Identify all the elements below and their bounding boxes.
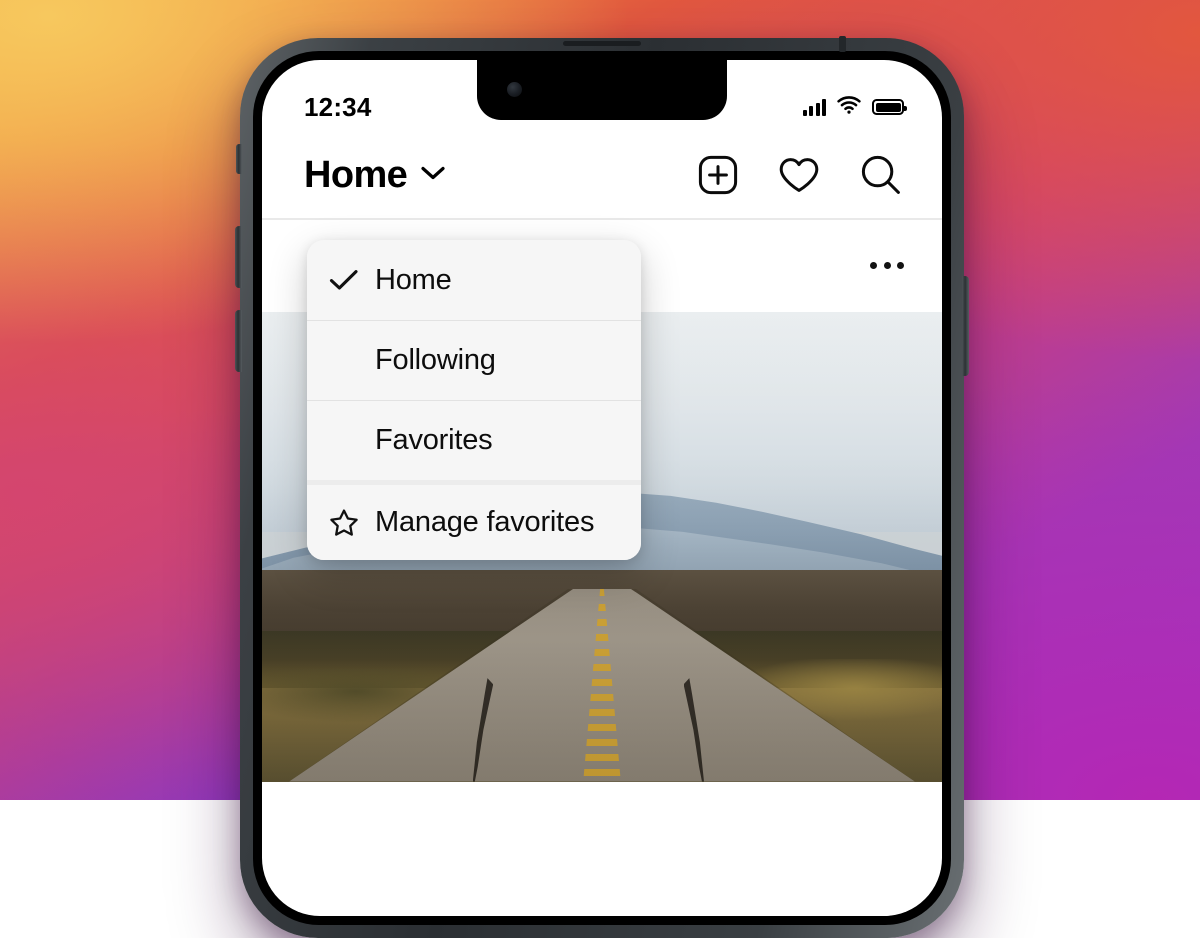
home-feed-selector[interactable]: Home: [304, 154, 446, 197]
dropdown-item-favorites[interactable]: Favorites: [307, 400, 641, 480]
dropdown-item-manage-favorites[interactable]: Manage favorites: [307, 480, 641, 560]
cellular-signal-icon: [803, 99, 827, 116]
activity-button[interactable]: [778, 156, 820, 194]
app-top-bar: Home: [262, 132, 942, 218]
volume-up-button[interactable]: [235, 226, 242, 288]
phone-bezel: 12:34: [253, 51, 951, 925]
dropdown-item-label: Home: [375, 264, 452, 297]
silent-switch-button[interactable]: [236, 144, 242, 174]
phone-device-frame: 12:34: [240, 38, 964, 938]
search-button[interactable]: [860, 154, 902, 196]
app-screen-content: 12:34: [262, 60, 942, 916]
dropdown-item-following[interactable]: Following: [307, 320, 641, 400]
dropdown-item-label: Following: [375, 344, 496, 377]
volume-down-button[interactable]: [235, 310, 242, 372]
wifi-icon: [837, 96, 861, 119]
chevron-down-icon: [420, 165, 446, 186]
battery-full-icon: [872, 99, 904, 115]
power-button[interactable]: [962, 276, 969, 376]
dropdown-item-label: Manage favorites: [375, 506, 594, 539]
status-bar-clock: 12:34: [304, 92, 372, 123]
more-horizontal-icon[interactable]: [870, 262, 904, 269]
dropdown-item-label: Favorites: [375, 424, 492, 457]
phone-screen: 12:34: [262, 60, 942, 916]
status-bar-icons: [803, 96, 905, 119]
dropdown-item-home[interactable]: Home: [307, 240, 641, 320]
new-post-button[interactable]: [698, 155, 738, 195]
display-notch: [477, 60, 727, 120]
page-title: Home: [304, 154, 407, 197]
antenna-band: [839, 36, 846, 52]
earpiece-speaker: [563, 41, 641, 46]
star-icon: [329, 508, 375, 538]
app-bar-actions: [698, 154, 902, 196]
feed-selector-dropdown: Home Following Favorites: [307, 240, 641, 560]
front-camera-icon: [507, 82, 522, 97]
check-icon: [329, 268, 375, 292]
